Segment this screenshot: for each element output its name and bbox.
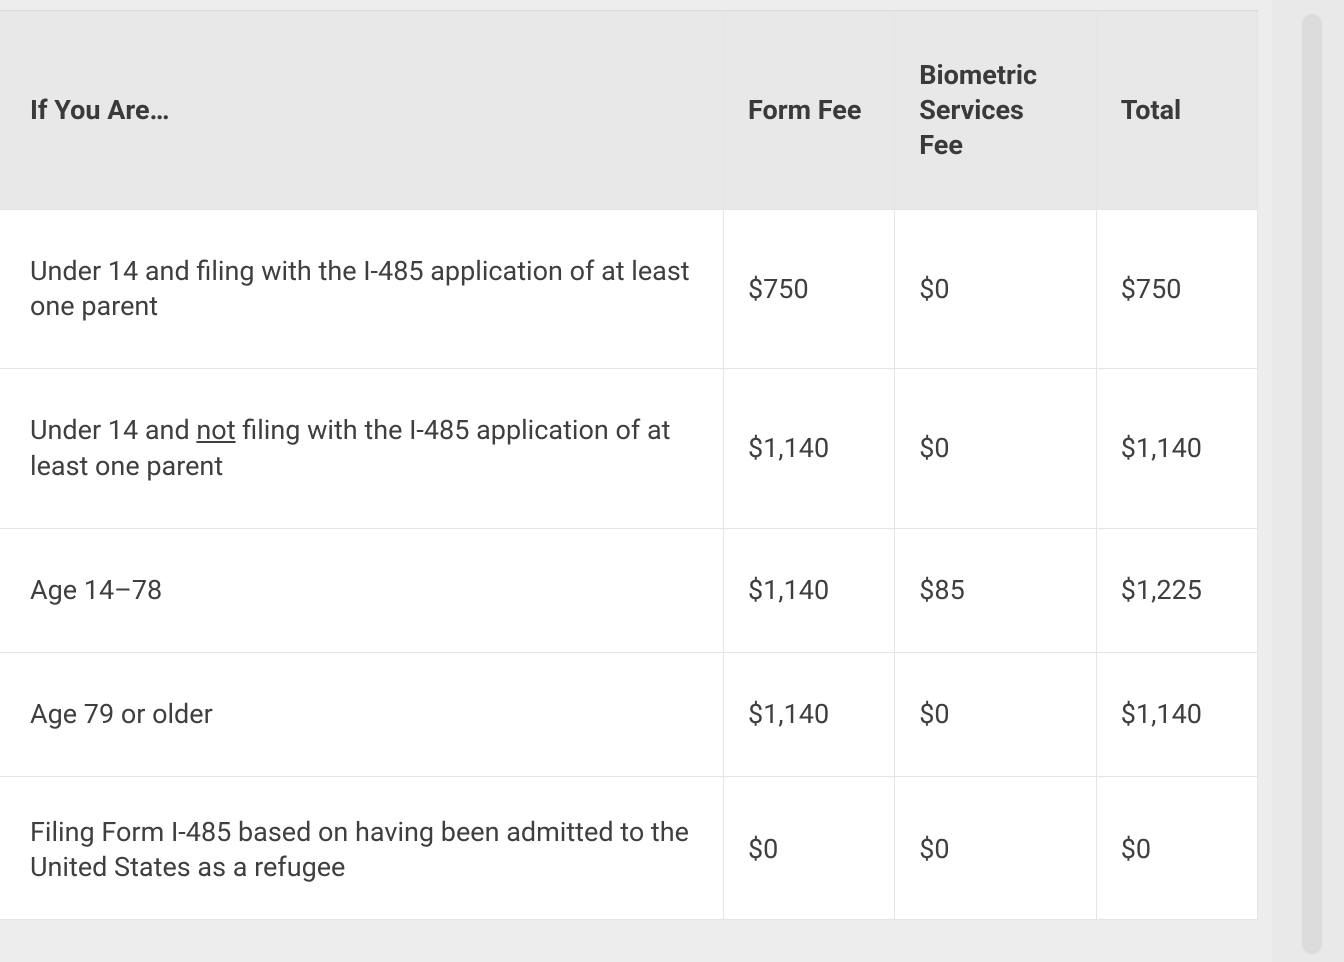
cell-biometric-fee: $85	[895, 528, 1097, 652]
cell-if-you-are: Age 14–78	[0, 528, 723, 652]
table-row: Filing Form I-485 based on having been a…	[0, 776, 1258, 919]
cell-if-you-are: Age 79 or older	[0, 652, 723, 776]
table-header-row: If You Are… Form Fee Biometric Services …	[0, 12, 1258, 210]
cell-biometric-fee: $0	[895, 369, 1097, 528]
cell-total: $750	[1096, 210, 1257, 369]
col-header-form-fee: Form Fee	[723, 12, 894, 210]
cell-form-fee: $1,140	[723, 369, 894, 528]
cell-biometric-fee: $0	[895, 776, 1097, 919]
cell-total: $1,140	[1096, 652, 1257, 776]
cell-if-you-are: Under 14 and not filing with the I-485 a…	[0, 369, 723, 528]
cell-text: Age 79 or older	[30, 698, 213, 730]
cell-form-fee: $750	[723, 210, 894, 369]
cell-total: $0	[1096, 776, 1257, 919]
col-header-if-you-are: If You Are…	[0, 12, 723, 210]
cell-if-you-are: Filing Form I-485 based on having been a…	[0, 776, 723, 919]
scrollbar-track[interactable]	[1272, 0, 1344, 962]
cell-text: Under 14 and filing with the I-485 appli…	[30, 255, 690, 322]
cell-total: $1,140	[1096, 369, 1257, 528]
scrollbar-thumb[interactable]	[1302, 14, 1322, 954]
col-header-biometric-fee: Biometric Services Fee	[895, 12, 1097, 210]
cell-text: Age 14–78	[30, 574, 162, 606]
cell-biometric-fee: $0	[895, 210, 1097, 369]
cell-form-fee: $1,140	[723, 652, 894, 776]
col-header-total: Total	[1096, 12, 1257, 210]
table-row: Under 14 and not filing with the I-485 a…	[0, 369, 1258, 528]
cell-text-underline: not	[196, 414, 235, 446]
table-row: Under 14 and filing with the I-485 appli…	[0, 210, 1258, 369]
cell-form-fee: $1,140	[723, 528, 894, 652]
cell-text: Filing Form I-485 based on having been a…	[30, 816, 689, 883]
cell-text: Under 14 and	[30, 414, 196, 446]
table-row: Age 14–78 $1,140 $85 $1,225	[0, 528, 1258, 652]
fee-table: If You Are… Form Fee Biometric Services …	[0, 11, 1258, 920]
cell-biometric-fee: $0	[895, 652, 1097, 776]
cell-total: $1,225	[1096, 528, 1257, 652]
cell-if-you-are: Under 14 and filing with the I-485 appli…	[0, 210, 723, 369]
table-row: Age 79 or older $1,140 $0 $1,140	[0, 652, 1258, 776]
cell-form-fee: $0	[723, 776, 894, 919]
fee-table-container: If You Are… Form Fee Biometric Services …	[0, 10, 1258, 920]
